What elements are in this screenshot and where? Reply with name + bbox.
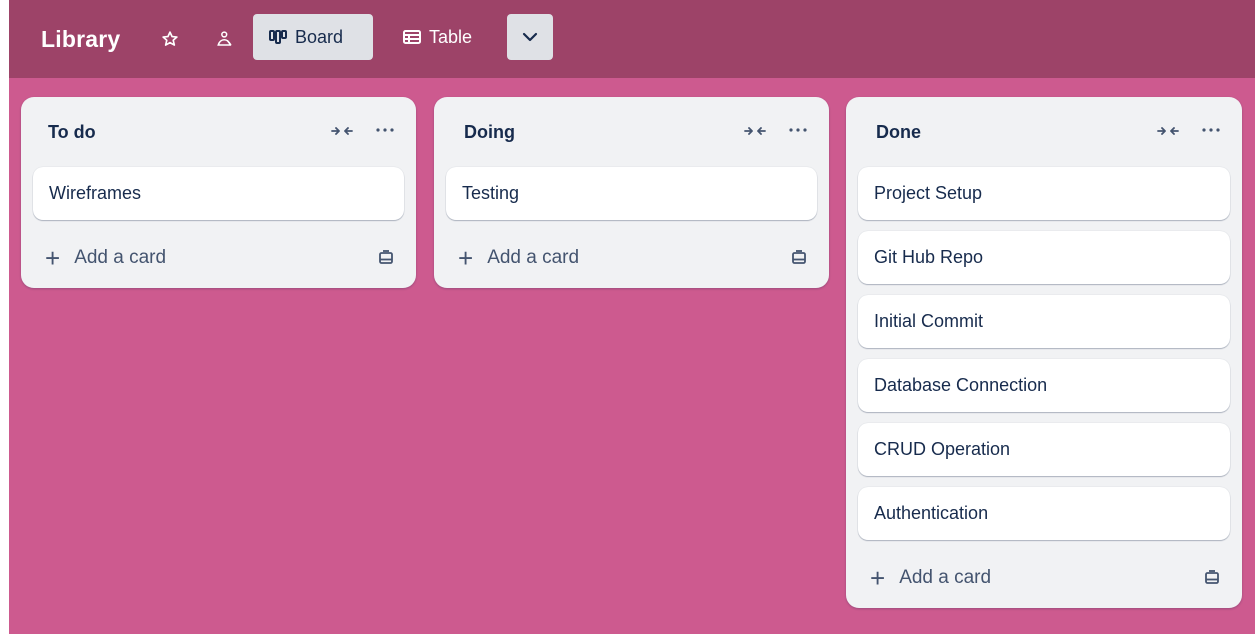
board-view-button[interactable]: Board <box>253 14 373 60</box>
plus-icon: + <box>870 563 886 593</box>
list-title[interactable]: Done <box>876 122 921 143</box>
add-card-button[interactable]: + Add a card <box>870 558 991 598</box>
list-header: To do <box>21 97 416 167</box>
board-view-icon <box>269 30 287 44</box>
board-title[interactable]: Library <box>41 26 120 53</box>
table-view-button[interactable]: Table <box>387 14 495 60</box>
add-card-row: + Add a card <box>434 230 829 288</box>
more-horizontal-icon <box>1202 128 1220 132</box>
card-template-icon <box>1205 570 1219 584</box>
card[interactable]: Wireframes <box>33 167 404 220</box>
card[interactable]: Project Setup <box>858 167 1230 220</box>
table-view-icon <box>403 30 421 44</box>
card-template-icon <box>379 250 393 264</box>
card[interactable]: CRUD Operation <box>858 423 1230 476</box>
card-list: Testing <box>434 167 829 220</box>
chevron-down-icon <box>522 32 538 42</box>
card-list: Project Setup Git Hub Repo Initial Commi… <box>846 167 1242 540</box>
visibility-button[interactable] <box>210 24 240 54</box>
add-card-button[interactable]: + Add a card <box>458 238 579 278</box>
list-actions-button[interactable] <box>1196 121 1226 139</box>
list-actions-button[interactable] <box>370 121 400 139</box>
team-visibility-icon <box>217 31 232 46</box>
list-actions-button[interactable] <box>783 121 813 139</box>
create-from-template-button[interactable] <box>783 242 815 274</box>
star-icon <box>162 31 178 46</box>
board-header: Library Board Table <box>9 0 1255 78</box>
add-card-button[interactable]: + Add a card <box>45 238 166 278</box>
table-view-label: Table <box>429 26 473 47</box>
more-horizontal-icon <box>376 128 394 132</box>
card[interactable]: Git Hub Repo <box>858 231 1230 284</box>
add-card-label: Add a card <box>487 247 580 268</box>
list-title[interactable]: To do <box>48 122 96 143</box>
card-list: Wireframes <box>21 167 416 220</box>
list-header: Doing <box>434 97 829 167</box>
board-view-label: Board <box>295 26 344 47</box>
more-horizontal-icon <box>789 128 807 132</box>
collapse-list-button[interactable] <box>740 122 770 140</box>
plus-icon: + <box>45 243 61 273</box>
create-from-template-button[interactable] <box>370 242 402 274</box>
add-card-label: Add a card <box>74 247 167 268</box>
card[interactable]: Database Connection <box>858 359 1230 412</box>
list-title[interactable]: Doing <box>464 122 515 143</box>
list-to-do: To do Wireframes + Add a card <box>21 97 416 288</box>
add-card-label: Add a card <box>899 567 992 588</box>
collapse-list-icon <box>1157 127 1179 135</box>
list-header: Done <box>846 97 1242 167</box>
card[interactable]: Testing <box>446 167 817 220</box>
card-template-icon <box>792 250 806 264</box>
plus-icon: + <box>458 243 474 273</box>
star-board-button[interactable] <box>155 24 185 54</box>
add-card-row: + Add a card <box>21 230 416 288</box>
card[interactable]: Authentication <box>858 487 1230 540</box>
add-card-row: + Add a card <box>846 550 1242 608</box>
create-from-template-button[interactable] <box>1196 562 1228 594</box>
list-doing: Doing Testing + Add a card <box>434 97 829 288</box>
collapse-list-button[interactable] <box>1153 122 1183 140</box>
collapse-list-icon <box>331 127 353 135</box>
collapse-list-icon <box>744 127 766 135</box>
collapse-list-button[interactable] <box>327 122 357 140</box>
list-done: Done Project Setup Git Hub Repo Initial … <box>846 97 1242 608</box>
views-dropdown-button[interactable] <box>507 14 553 60</box>
card[interactable]: Initial Commit <box>858 295 1230 348</box>
